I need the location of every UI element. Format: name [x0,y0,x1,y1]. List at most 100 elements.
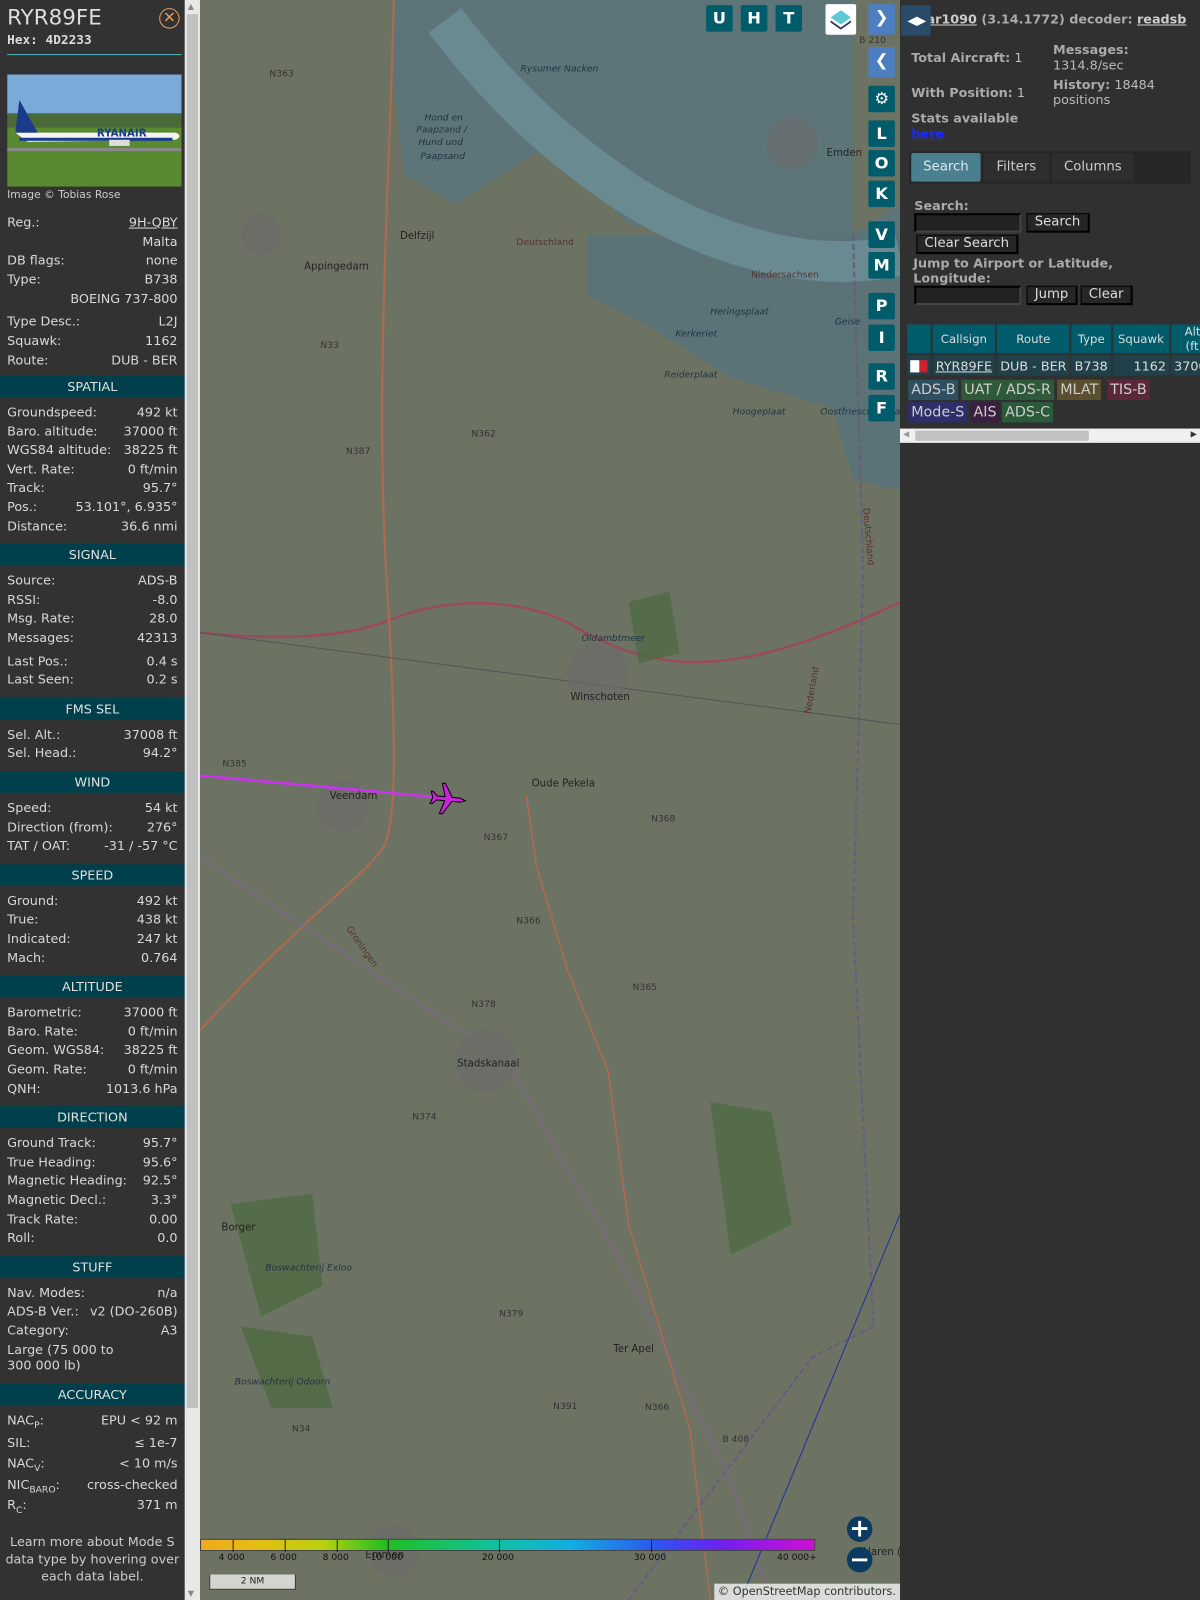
detail-label: Barometric: [7,1004,82,1020]
detail-value: ≤ 1e-7 [134,1434,178,1450]
settings-button[interactable]: ⚙ [868,85,895,113]
map-button-m[interactable]: M [868,252,895,279]
decoder-link[interactable]: readsb [1137,11,1186,26]
detail-value: -8.0 [152,591,178,607]
detail-value: 0.4 s [146,652,178,668]
detail-value: 438 kt [136,911,178,927]
detail-row: Last Seen: 0.2 s [7,672,177,687]
map[interactable]: Delfzijl Appingedam Emden Winschoten Veenda… [199,0,900,1600]
zoom-in-button[interactable]: + [846,1516,873,1542]
detail-label: Roll: [7,1229,35,1246]
svg-text:Paapsand: Paapsand [420,151,465,162]
tab-search[interactable]: Search [911,153,981,182]
detail-row: NACV: < 10 m/s [7,1455,177,1474]
detail-row: Sel. Alt.: 37008 ft [7,726,177,741]
detail-row: Source: ADS-B [7,573,177,588]
tab-columns[interactable]: Columns [1052,153,1134,182]
stats-link[interactable]: here [911,126,944,141]
detail-value: 37000 ft [123,423,178,439]
aircraft-list-panel: tar1090 (3.14.1772) decoder: readsb ◀ ▶ … [899,0,1200,1600]
altitude-legend-label: 8 000 [322,1553,349,1564]
layers-icon [830,10,852,30]
detail-label: Magnetic Decl.: [7,1191,107,1208]
detail-label: Last Seen: [7,671,74,687]
column-header[interactable]: Type [1071,324,1111,356]
detail-row: Sel. Head.: 94.2° [7,745,177,760]
search-input[interactable] [914,213,1022,233]
clear-button[interactable]: Clear [1080,285,1133,306]
layers-button[interactable] [825,4,857,35]
map-button-u[interactable]: U [706,5,733,32]
detail-label: WGS84 altitude: [7,442,112,458]
detail-value: < 10 m/s [119,1455,178,1471]
svg-text:Oldambtmeer: Oldambtmeer [582,633,647,644]
svg-text:N33: N33 [320,340,339,351]
map-button-k[interactable]: K [868,180,895,208]
detail-label: Indicated: [7,930,71,946]
zoom-out-button[interactable]: − [846,1547,873,1573]
detail-value: 38225 ft [123,1042,178,1058]
jump-input[interactable] [914,285,1022,306]
cell-callsign[interactable]: RYR89FE [932,355,996,376]
detail-label: True Heading: [7,1153,96,1170]
detail-label: NACP: [7,1411,44,1431]
column-header[interactable]: Callsign [932,324,996,356]
detail-row: Msg. Rate: 28.0 [7,611,177,626]
total-aircraft: Total Aircraft: 1 [911,49,1023,66]
info-label: Type: [7,271,41,287]
source-badge-mlat: MLAT [1057,379,1102,400]
map-button-v[interactable]: V [868,221,895,248]
source-badge-ads-c: ADS-C [1002,402,1054,423]
osm-link[interactable]: OpenStreetMap [733,1585,821,1598]
column-header[interactable]: Squawk [1112,324,1170,356]
map-button-f[interactable]: F [868,394,895,422]
map-button-r[interactable]: R [868,363,895,390]
svg-text:Niedersachsen: Niedersachsen [751,270,819,281]
expand-sidebar-button[interactable]: ❯ [868,4,895,35]
table-row[interactable]: RYR89FEDUB - BERB738116237000 [907,355,1200,376]
detail-value: 95.7° [142,479,178,496]
flag-icon [907,355,931,376]
altitude-legend-label: 10 000 [370,1553,403,1564]
map-button-t[interactable]: T [775,5,803,32]
section-header-signal: SIGNAL [0,544,185,566]
altitude-legend-label: 6 000 [270,1553,297,1564]
detail-row: Barometric: 37000 ft [7,1004,177,1019]
detail-value: 3.3° [150,1191,178,1208]
column-header[interactable] [907,324,931,356]
cell-route: DUB - BER [997,355,1070,376]
svg-text:N34: N34 [292,1424,311,1435]
svg-text:Deutschland: Deutschland [516,237,574,248]
svg-text:Veendam: Veendam [330,791,378,802]
altitude-legend-label: 4 000 [218,1553,245,1564]
map-button-p[interactable]: P [868,292,895,320]
tab-filters[interactable]: Filters [983,153,1049,182]
detail-value: 95.6° [142,1153,178,1170]
search-label: Search: [914,197,969,214]
detail-value: 37008 ft [123,726,178,742]
column-header[interactable]: Alt. (ft) [1171,324,1200,356]
info-value[interactable]: 9H-QBY [129,214,178,229]
map-button-o[interactable]: O [868,149,895,177]
aircraft-photo[interactable]: RYANAIR [7,74,182,187]
svg-text:Delfzijl: Delfzijl [400,231,434,242]
map-button-i[interactable]: I [868,324,895,352]
detail-row: Magnetic Decl.: 3.3° [7,1192,177,1207]
table-horizontal-scrollbar[interactable]: ◀ ▶ [899,428,1200,443]
jump-button[interactable]: Jump [1026,285,1078,306]
map-button-h[interactable]: H [740,5,768,32]
clear-search-button[interactable]: Clear Search [916,234,1019,255]
search-button[interactable]: Search [1026,213,1090,233]
sidebar-toggle-button[interactable]: ◀ ▶ [901,5,931,36]
column-header[interactable]: Route [997,324,1070,356]
map-button-l[interactable]: L [868,120,895,147]
info-value: L2J [158,313,178,329]
left-panel-scrollbar[interactable]: ▲ ▼ [184,0,200,1600]
collapse-sidebar-button[interactable]: ❮ [868,46,895,78]
svg-text:N379: N379 [499,1308,524,1319]
section-header-altitude: ALTITUDE [0,975,185,998]
close-icon[interactable]: ✕ [159,8,180,29]
detail-value: -31 / -57 °C [104,837,178,854]
detail-value: 94.2° [142,745,178,761]
detail-row: Ground Track: 95.7° [7,1135,177,1150]
